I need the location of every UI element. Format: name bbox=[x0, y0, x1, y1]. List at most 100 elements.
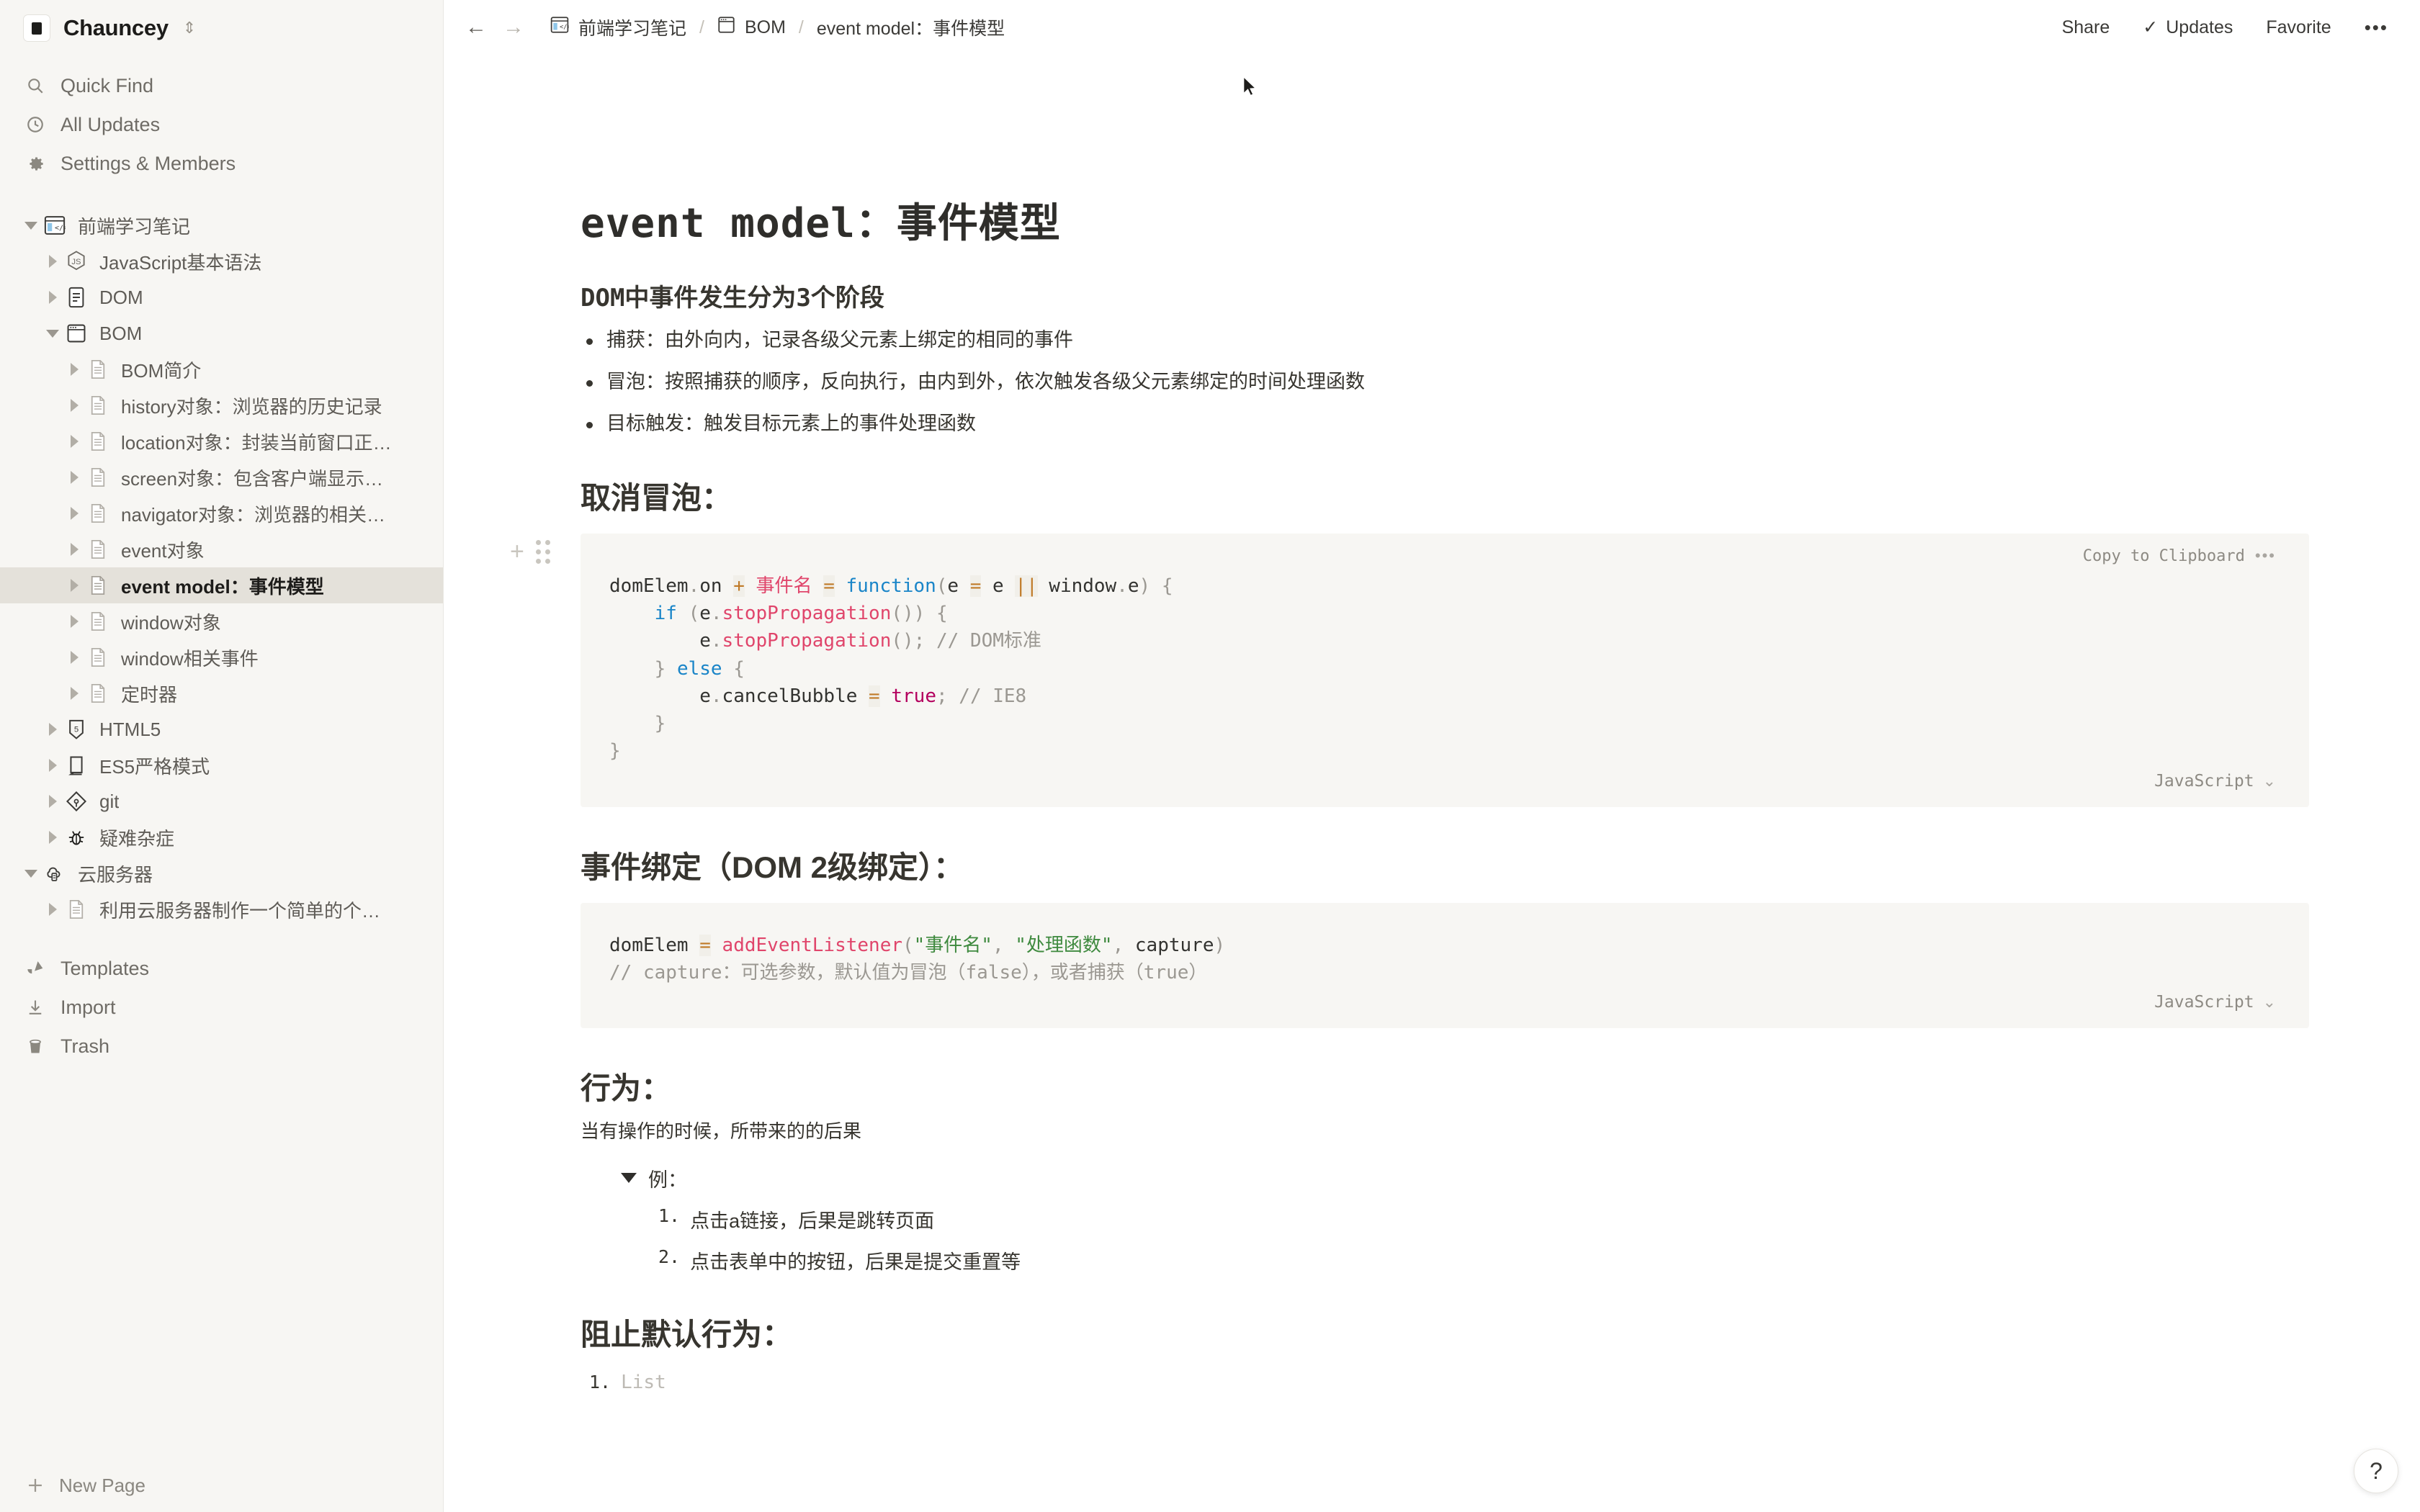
sidebar-item-trash[interactable]: Trash bbox=[0, 1027, 443, 1066]
help-button[interactable]: ? bbox=[2354, 1449, 2398, 1493]
sidebar-item-templates[interactable]: Templates bbox=[0, 949, 443, 988]
workspace-switcher[interactable]: Chauncey ⇕ bbox=[0, 0, 443, 56]
code-language-selector[interactable]: JavaScript bbox=[2154, 993, 2254, 1012]
sidebar-bottom-nav: Templates Import Trash bbox=[0, 949, 443, 1066]
more-options-icon[interactable]: ••• bbox=[2360, 13, 2393, 42]
chevron-right-icon[interactable] bbox=[43, 279, 62, 315]
tree-item-html5[interactable]: 5 HTML5 bbox=[0, 711, 443, 747]
list-item-placeholder[interactable]: List bbox=[621, 1372, 666, 1393]
tree-item-event-object[interactable]: event对象 bbox=[0, 531, 443, 567]
code-token: + bbox=[733, 575, 745, 598]
page-icon bbox=[84, 611, 112, 631]
toggle-label: 例： bbox=[648, 1169, 687, 1191]
chevron-right-icon[interactable] bbox=[65, 531, 84, 567]
chevron-down-icon[interactable] bbox=[22, 207, 40, 243]
share-button[interactable]: Share bbox=[2058, 14, 2115, 42]
chevron-right-icon[interactable] bbox=[65, 675, 84, 711]
chevron-right-icon[interactable] bbox=[43, 891, 62, 927]
sidebar: Chauncey ⇕ Quick Find All Updates Settin… bbox=[0, 0, 444, 1512]
back-arrow-icon[interactable]: ← bbox=[465, 17, 487, 38]
tree-item-label: window对象 bbox=[121, 611, 221, 634]
breadcrumb-item-current[interactable]: event model：事件模型 bbox=[811, 12, 1010, 43]
chevron-down-icon[interactable] bbox=[43, 315, 62, 351]
tree-item-cloud-server[interactable]: 云服务器 bbox=[0, 855, 443, 891]
tree-item-window-events[interactable]: window相关事件 bbox=[0, 639, 443, 675]
tree-item-label: BOM bbox=[99, 322, 143, 344]
chevron-right-icon[interactable] bbox=[43, 711, 62, 747]
page-icon bbox=[84, 539, 112, 559]
chevron-down-icon[interactable] bbox=[22, 855, 40, 891]
code-token: = bbox=[699, 934, 711, 956]
code-more-options-icon[interactable]: ••• bbox=[2255, 546, 2276, 565]
chevron-down-icon[interactable]: ⌄ bbox=[2263, 993, 2276, 1012]
browser-code-icon: </> bbox=[40, 215, 69, 235]
sidebar-item-import[interactable]: Import bbox=[0, 988, 443, 1027]
forward-arrow-icon[interactable]: → bbox=[503, 17, 524, 38]
tree-item-cloud-personal-site[interactable]: 利用云服务器制作一个简单的个… bbox=[0, 891, 443, 927]
tree-item-location-object[interactable]: location对象：封装当前窗口正… bbox=[0, 423, 443, 459]
tree-item-event-model[interactable]: event model：事件模型 bbox=[0, 567, 443, 603]
copy-to-clipboard-button[interactable]: Copy to Clipboard bbox=[2083, 547, 2245, 565]
breadcrumb-item-frontend-notes[interactable]: </> 前端学习笔记 bbox=[544, 12, 692, 43]
sidebar-item-label: All Updates bbox=[60, 113, 161, 135]
sidebar-item-label: Quick Find bbox=[60, 74, 154, 96]
chevron-right-icon[interactable] bbox=[65, 639, 84, 675]
chevron-right-icon[interactable] bbox=[65, 495, 84, 531]
code-token: on bbox=[699, 575, 734, 598]
chevron-right-icon[interactable] bbox=[65, 603, 84, 639]
chevron-right-icon[interactable] bbox=[65, 351, 84, 387]
clock-icon bbox=[24, 114, 46, 135]
tree-item-label: JavaScript基本语法 bbox=[99, 251, 262, 274]
add-block-icon[interactable]: + bbox=[510, 539, 524, 564]
tree-item-dom[interactable]: DOM bbox=[0, 279, 443, 315]
workspace-name: Chauncey bbox=[63, 15, 169, 40]
chevron-right-icon[interactable] bbox=[43, 819, 62, 855]
trash-icon bbox=[24, 1035, 46, 1057]
toggle-block-example[interactable]: 例： bbox=[581, 1164, 2309, 1192]
code-token: . bbox=[710, 603, 722, 625]
chevron-right-icon[interactable] bbox=[65, 459, 84, 495]
new-page-button[interactable]: New Page bbox=[0, 1459, 443, 1512]
list-item: 冒泡：按照捕获的顺序，反向执行，由内到外，依次触发各级父元素绑定的时间处理函数 bbox=[581, 368, 2309, 396]
tree-item-es5-strict-mode[interactable]: ES5严格模式 bbox=[0, 747, 443, 783]
chevron-right-icon[interactable] bbox=[43, 747, 62, 783]
tree-item-timer[interactable]: 定时器 bbox=[0, 675, 443, 711]
code-block-1[interactable]: Copy to Clipboard ••• domElem.on + 事件名 =… bbox=[581, 534, 2309, 807]
block-handles: + bbox=[510, 539, 550, 564]
chevron-right-icon[interactable] bbox=[43, 783, 62, 819]
tree-item-bom[interactable]: BOM bbox=[0, 315, 443, 351]
code-language-selector[interactable]: JavaScript bbox=[2154, 772, 2254, 791]
chevron-right-icon[interactable] bbox=[43, 243, 62, 279]
list-item-text: 点击a链接，后果是跳转页面 bbox=[690, 1210, 935, 1232]
tree-item-bom-intro[interactable]: BOM简介 bbox=[0, 351, 443, 387]
chevron-right-icon[interactable] bbox=[65, 387, 84, 423]
tree-item-label: BOM简介 bbox=[121, 359, 202, 382]
tree-item-git[interactable]: git bbox=[0, 783, 443, 819]
drag-handle-icon[interactable] bbox=[535, 539, 550, 564]
tree-item-window-object[interactable]: window对象 bbox=[0, 603, 443, 639]
tree-item-navigator-object[interactable]: navigator对象：浏览器的相关… bbox=[0, 495, 443, 531]
sidebar-item-settings-members[interactable]: Settings & Members bbox=[0, 144, 443, 183]
sidebar-item-all-updates[interactable]: All Updates bbox=[0, 105, 443, 144]
code-token: ( bbox=[902, 934, 914, 956]
tree-item-javascript-basics[interactable]: JS JavaScript基本语法 bbox=[0, 243, 443, 279]
list-item[interactable]: 1. List bbox=[589, 1372, 2309, 1393]
sidebar-item-quick-find[interactable]: Quick Find bbox=[0, 66, 443, 105]
updates-button[interactable]: ✓ Updates bbox=[2138, 13, 2237, 42]
favorite-button[interactable]: Favorite bbox=[2262, 14, 2335, 42]
tree-item-screen-object[interactable]: screen对象：包含客户端显示… bbox=[0, 459, 443, 495]
tree-item-frontend-notes[interactable]: </> 前端学习笔记 bbox=[0, 207, 443, 243]
chevron-down-icon[interactable]: ⌄ bbox=[2263, 772, 2276, 791]
code-footer: JavaScript ⌄ bbox=[609, 986, 2280, 1018]
chevron-right-icon[interactable] bbox=[65, 567, 84, 603]
tree-item-history-object[interactable]: history对象：浏览器的历史记录 bbox=[0, 387, 443, 423]
section-heading-behavior: 行为： bbox=[581, 1071, 672, 1105]
code-block-2[interactable]: domElem = addEventListener("事件名", "处理函数"… bbox=[581, 902, 2309, 1028]
chevron-right-icon[interactable] bbox=[65, 423, 84, 459]
breadcrumb-item-bom[interactable]: BOM bbox=[712, 13, 792, 42]
tree-item-troubleshooting[interactable]: 疑难杂症 bbox=[0, 819, 443, 855]
triangle-down-icon[interactable] bbox=[621, 1173, 637, 1184]
